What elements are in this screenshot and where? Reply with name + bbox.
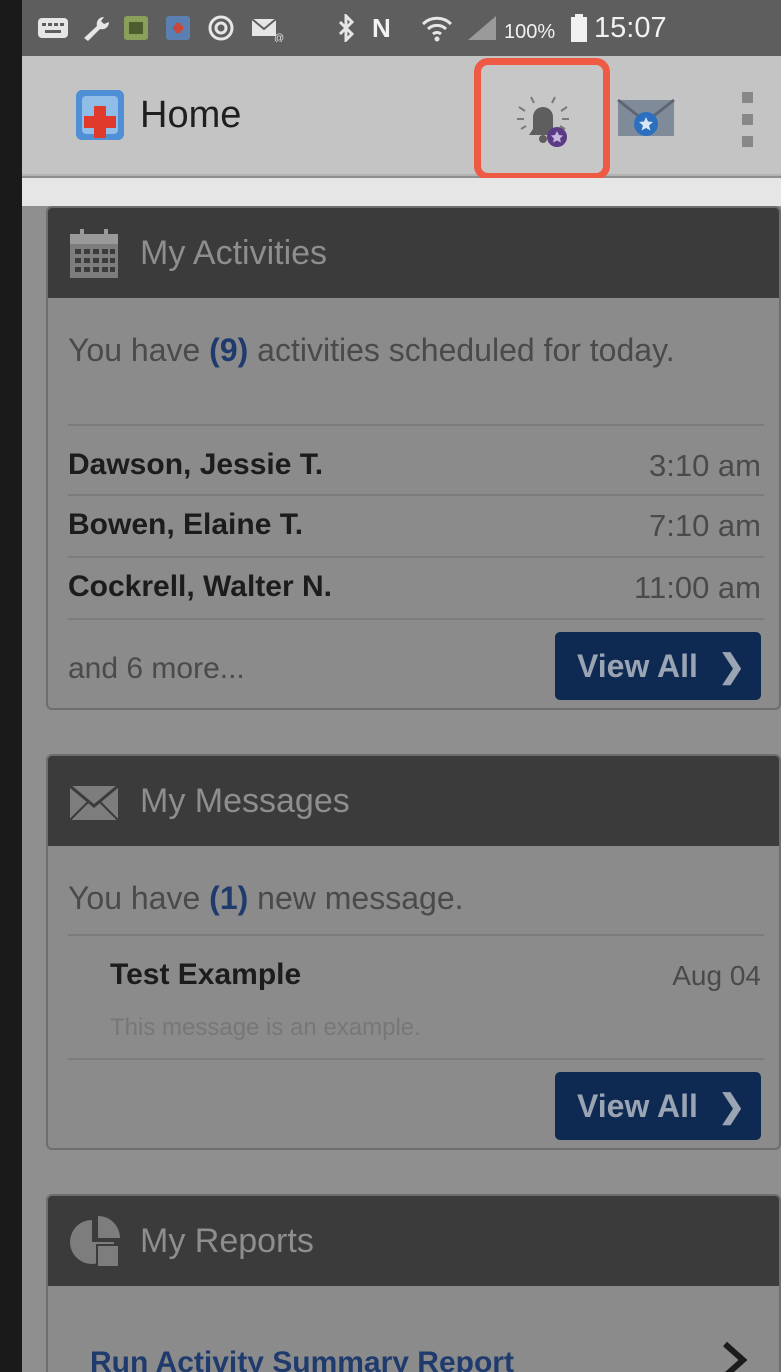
divider — [68, 556, 764, 558]
summary-prefix: You have — [68, 880, 210, 916]
phone-screen: @ N 100% 15:07 Home My Activities You ha… — [22, 0, 781, 1372]
app-icon — [166, 16, 190, 40]
activity-time: 11:00 am — [634, 570, 761, 605]
nfc-icon: N — [372, 13, 391, 43]
wrench-icon — [84, 16, 110, 41]
email-icon: @ — [251, 18, 284, 42]
svg-text:@: @ — [274, 33, 284, 42]
summary-prefix: You have — [68, 332, 210, 368]
reports-card-header[interactable]: My Reports — [48, 1196, 779, 1286]
battery-icon — [571, 14, 587, 42]
activity-time: 7:10 am — [648, 508, 761, 543]
divider — [68, 424, 764, 426]
divider — [68, 934, 764, 936]
pie-chart-icon — [70, 1216, 120, 1266]
activities-title: My Activities — [140, 234, 328, 272]
alerts-button[interactable] — [474, 58, 610, 180]
calendar-icon — [70, 229, 118, 278]
bell-icon — [517, 96, 569, 147]
activity-name: Cockrell, Walter N. — [68, 570, 332, 603]
view-all-activities-button[interactable]: View All ❯ — [555, 632, 761, 700]
message-date: Aug 04 — [672, 960, 761, 991]
status-bar: @ N 100% 15:07 — [22, 0, 781, 56]
messages-summary: You have (1) new message. — [68, 878, 708, 918]
activity-name: Dawson, Jessie T. — [68, 448, 324, 481]
activities-card-header[interactable]: My Activities — [48, 208, 779, 298]
envelope-icon — [69, 784, 119, 821]
activity-name: Bowen, Elaine T. — [68, 508, 304, 541]
chevron-right-icon — [723, 1341, 748, 1372]
divider — [68, 1058, 764, 1060]
messages-title: My Messages — [140, 782, 350, 820]
content-top-spacer — [22, 178, 781, 206]
divider — [68, 494, 764, 496]
activities-summary: You have (9) activities scheduled for to… — [68, 330, 708, 370]
view-all-label: View All — [577, 1088, 698, 1124]
message-preview: This message is an example. — [110, 1014, 421, 1041]
activities-count[interactable]: (9) — [209, 332, 248, 368]
battery-percent: 100% — [504, 21, 556, 43]
keyboard-icon — [38, 18, 68, 38]
clock: 15:07 — [594, 12, 667, 44]
messages-count[interactable]: (1) — [209, 880, 248, 916]
more-vertical-icon[interactable] — [734, 86, 764, 152]
wifi-icon — [421, 16, 453, 42]
activity-time: 3:10 am — [648, 448, 761, 483]
bluetooth-icon — [338, 14, 355, 42]
page-title: Home — [140, 94, 242, 136]
chevron-right-icon: ❯ — [718, 648, 745, 684]
reports-title: My Reports — [140, 1222, 314, 1260]
divider — [68, 618, 764, 620]
app-icon — [124, 16, 148, 40]
target-icon — [208, 15, 234, 41]
chevron-right-icon: ❯ — [718, 1088, 745, 1124]
messages-card-header[interactable]: My Messages — [48, 756, 779, 846]
medical-cross-logo — [76, 90, 124, 140]
summary-suffix: activities scheduled for today. — [248, 332, 675, 368]
more-activities-text: and 6 more... — [68, 652, 245, 685]
summary-suffix: new message. — [248, 880, 464, 916]
messages-button[interactable] — [614, 86, 678, 150]
reports-card: My Reports Run Activity Summary Report — [46, 1194, 781, 1372]
messages-card: My Messages You have (1) new message. Te… — [46, 754, 781, 1150]
run-activity-summary-report-link[interactable]: Run Activity Summary Report — [90, 1346, 514, 1372]
message-subject: Test Example — [110, 958, 302, 991]
view-all-label: View All — [577, 648, 698, 684]
signal-icon — [468, 16, 496, 40]
view-all-messages-button[interactable]: View All ❯ — [555, 1072, 761, 1140]
activities-card: My Activities You have (9) activities sc… — [46, 206, 781, 710]
action-bar: Home — [22, 56, 781, 180]
